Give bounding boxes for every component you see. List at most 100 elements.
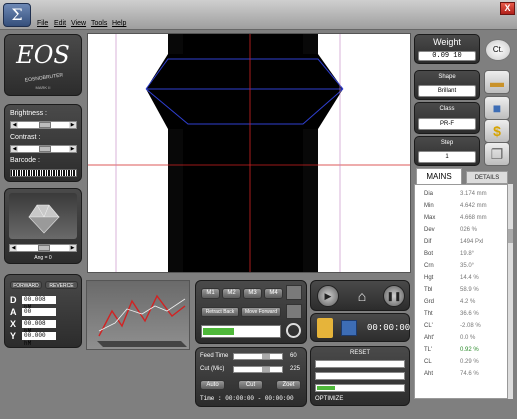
eos-logo: EOS <box>16 41 70 69</box>
class-box: Class PR-F <box>414 102 480 134</box>
slider-thumb[interactable] <box>39 122 51 128</box>
rotation-slider[interactable]: ◀ ▶ <box>9 244 77 252</box>
diamond-preview-panel: ◀ ▶ Ang = 0 <box>4 188 82 264</box>
class-value[interactable]: PR-F <box>418 118 476 130</box>
m4-button[interactable]: M4 <box>264 288 283 299</box>
slider-thumb[interactable] <box>262 354 270 359</box>
reset-field <box>315 372 405 380</box>
play-icon[interactable]: ▶ <box>317 285 339 307</box>
open-folder-icon[interactable] <box>317 318 333 338</box>
m3-button[interactable]: M3 <box>243 288 262 299</box>
menu-help[interactable]: Help <box>112 20 126 27</box>
cut-button[interactable]: Cut <box>238 380 263 390</box>
optimize-progress-fill <box>317 386 335 390</box>
reverse-button[interactable]: REVERCE <box>45 281 78 289</box>
slider-thumb[interactable] <box>262 367 270 372</box>
refresh-icon[interactable] <box>286 323 301 338</box>
time-value: 00:00:00 - 00:00:00 <box>225 395 294 402</box>
optimize-progress-bar <box>315 384 405 392</box>
menu-view[interactable]: View <box>71 20 86 27</box>
coord-value[interactable]: 00 <box>22 308 56 316</box>
menu-file[interactable]: File <box>37 20 48 27</box>
cut-slider[interactable] <box>233 366 283 373</box>
weight-value: 0.09 10 <box>418 51 476 61</box>
contrast-label: Contrast : <box>10 134 41 141</box>
slider-left-icon[interactable]: ◀ <box>11 146 18 152</box>
coord-row-x: X 00.008 hM <box>10 319 78 335</box>
coord-value[interactable]: 00.008 hM <box>22 296 56 311</box>
slider-thumb[interactable] <box>38 245 50 251</box>
save-disk-icon[interactable]: ■ <box>484 96 510 120</box>
scrollbar-thumb[interactable] <box>508 229 513 243</box>
coordinates-panel: FORWARD REVERCE D 00.008 hM A 00 X 00.00… <box>4 274 82 348</box>
barcode-label: Barcode : <box>10 157 40 164</box>
menu-tools[interactable]: Tools <box>91 20 107 27</box>
slider-right-icon[interactable]: ▶ <box>69 245 76 251</box>
barcode-field[interactable] <box>10 169 77 177</box>
step-box: Step 1 <box>414 136 480 166</box>
results-tabs: MAINS DETAILS <box>414 168 510 184</box>
coord-value[interactable]: 00.000 hM <box>22 332 56 347</box>
reset-field <box>315 360 405 368</box>
list-item: Tbl 58.9 % <box>424 287 479 293</box>
list-item: Bot 19.8° <box>424 251 475 257</box>
coord-value[interactable]: 00.008 hM <box>22 320 56 335</box>
slider-right-icon[interactable]: ▶ <box>69 122 76 128</box>
contrast-slider[interactable]: ◀ ▶ <box>10 145 77 153</box>
slider-left-icon[interactable]: ◀ <box>11 122 18 128</box>
tab-details[interactable]: DETAILS <box>466 171 508 184</box>
feed-time-slider[interactable] <box>233 353 283 360</box>
logo-panel: EOS EOSNOBRUTER MARK II <box>4 34 82 96</box>
mains-scrollbar[interactable] <box>507 184 513 399</box>
zoet-button[interactable]: Zoet <box>276 380 301 390</box>
slider-thumb[interactable] <box>39 146 51 152</box>
list-item: Aht' 0.0 % <box>424 335 476 341</box>
shape-value[interactable]: Brillant <box>418 85 476 97</box>
list-item: Dif 1494 Pxl <box>424 239 484 245</box>
diamond-silhouette <box>88 34 410 272</box>
folder-icon[interactable]: ▬ <box>484 70 510 94</box>
list-item: TL' 0.92 % <box>424 347 479 353</box>
tab-mains[interactable]: MAINS <box>416 168 462 184</box>
retract-back-button[interactable]: Retract Back <box>201 307 239 317</box>
slider-left-icon[interactable]: ◀ <box>10 245 17 251</box>
motor-control-panel: M1 M2 M3 M4 Retract Back Move Forward <box>195 280 307 344</box>
motor-indicator <box>286 304 302 319</box>
carat-unit-button[interactable]: Ct. <box>485 39 511 61</box>
image-adjust-panel: Brightness : ◀ ▶ Contrast : ◀ ▶ Barcode … <box>4 104 82 182</box>
close-button[interactable]: X <box>500 2 515 15</box>
angle-label: Ang = 0 <box>34 255 52 261</box>
shape-label: Shape <box>438 74 456 80</box>
menu-edit[interactable]: Edit <box>54 20 66 27</box>
home-icon[interactable]: ⌂ <box>351 285 373 307</box>
class-label: Class <box>439 106 455 112</box>
profile-chart-thumbnail <box>86 280 190 350</box>
forward-button[interactable]: FORWARD <box>10 281 42 289</box>
cut-label: Cut (Mic) <box>200 366 225 372</box>
move-forward-button[interactable]: Move Forward <box>241 307 281 317</box>
file-timer-panel: 00:00:00 <box>310 313 410 342</box>
list-item: CL' -2.08 % <box>424 323 481 329</box>
slider-right-icon[interactable]: ▶ <box>69 146 76 152</box>
auto-button[interactable]: Auto <box>200 380 225 390</box>
mains-list: Dia 3.174 mm Min 4.642 mm Max 4.668 mm Dev 0… <box>414 184 510 399</box>
step-value[interactable]: 1 <box>418 151 476 163</box>
m1-button[interactable]: M1 <box>201 288 220 299</box>
list-item: Crn 35.0° <box>424 263 475 269</box>
m2-button[interactable]: M2 <box>222 288 241 299</box>
pause-icon[interactable]: ❚❚ <box>383 285 405 307</box>
brightness-slider[interactable]: ◀ ▶ <box>10 121 77 129</box>
list-item: Dev 026 % <box>424 227 478 233</box>
camera-view[interactable] <box>87 33 411 273</box>
list-item: Max 4.668 mm <box>424 215 487 221</box>
dollar-icon[interactable]: $ <box>484 119 510 143</box>
documents-icon[interactable]: ❐ <box>484 142 510 166</box>
optimize-label[interactable]: OPTIMIZE <box>315 396 343 402</box>
cut-value: 225 <box>290 366 301 372</box>
time-row: Time : 00:00:00 - 00:00:00 <box>200 395 294 402</box>
list-item: CL 0.29 % <box>424 359 479 365</box>
reset-button[interactable]: RESET <box>311 350 409 356</box>
eos-logo-mark: MARK II <box>35 85 51 90</box>
save-icon[interactable] <box>341 320 357 336</box>
app-logo-icon: Σ <box>3 3 31 27</box>
